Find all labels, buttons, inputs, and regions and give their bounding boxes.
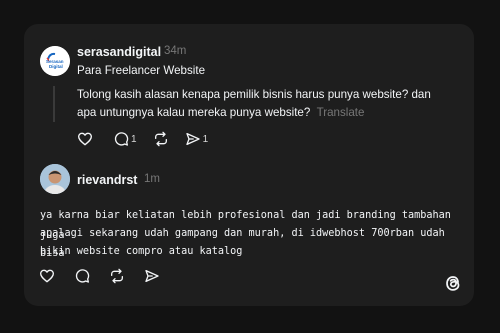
avatar-rievandrst[interactable] bbox=[40, 164, 70, 194]
translate-link[interactable]: Translate bbox=[317, 106, 365, 119]
heart-icon bbox=[40, 269, 54, 283]
reply-username[interactable]: rievandrst bbox=[77, 173, 137, 187]
repost-button[interactable] bbox=[153, 128, 169, 150]
post-body-line2-text: apa untungnya kalau mereka punya website… bbox=[77, 106, 311, 119]
thread-connector-line bbox=[53, 86, 55, 122]
avatar-logo-text: Serasan Digital bbox=[46, 59, 64, 69]
share-count: 1 bbox=[202, 133, 209, 145]
reply-repost-button[interactable] bbox=[109, 265, 125, 287]
threads-logo-icon[interactable] bbox=[442, 272, 464, 294]
repost-icon bbox=[111, 268, 123, 284]
post-actions: 1 1 bbox=[77, 128, 219, 150]
reply-time: 1m bbox=[144, 173, 160, 185]
share-button[interactable]: 1 bbox=[185, 128, 209, 150]
heart-icon bbox=[78, 132, 92, 146]
post-username[interactable]: serasandigital bbox=[77, 45, 161, 59]
thread-card: Serasan Digital serasandigital 34m Para … bbox=[24, 24, 474, 306]
post-body-line2: apa untungnya kalau mereka punya website… bbox=[77, 103, 364, 123]
like-button[interactable] bbox=[77, 128, 93, 150]
speech-bubble-icon bbox=[114, 132, 129, 146]
send-icon bbox=[185, 133, 200, 145]
reply-share-button[interactable] bbox=[144, 265, 160, 287]
post-title: Para Freelancer Website bbox=[77, 64, 206, 77]
reply-like-button[interactable] bbox=[39, 265, 55, 287]
reply-button[interactable]: 1 bbox=[113, 128, 137, 150]
threads-logo-glyph bbox=[446, 276, 460, 291]
profile-photo bbox=[40, 164, 70, 194]
speech-bubble-icon bbox=[75, 269, 90, 283]
post-time: 34m bbox=[164, 45, 187, 57]
reply-reply-button[interactable] bbox=[74, 265, 90, 287]
send-icon bbox=[145, 270, 159, 282]
post-body-line1: Tolong kasih alasan kenapa pemilik bisni… bbox=[77, 88, 431, 101]
reply-line3: bikin website compro atau katalog bbox=[40, 246, 243, 257]
avatar-serasandigital[interactable]: Serasan Digital bbox=[40, 46, 70, 76]
repost-icon bbox=[154, 131, 167, 147]
reply-count: 1 bbox=[131, 133, 137, 145]
reply-actions bbox=[39, 265, 171, 287]
